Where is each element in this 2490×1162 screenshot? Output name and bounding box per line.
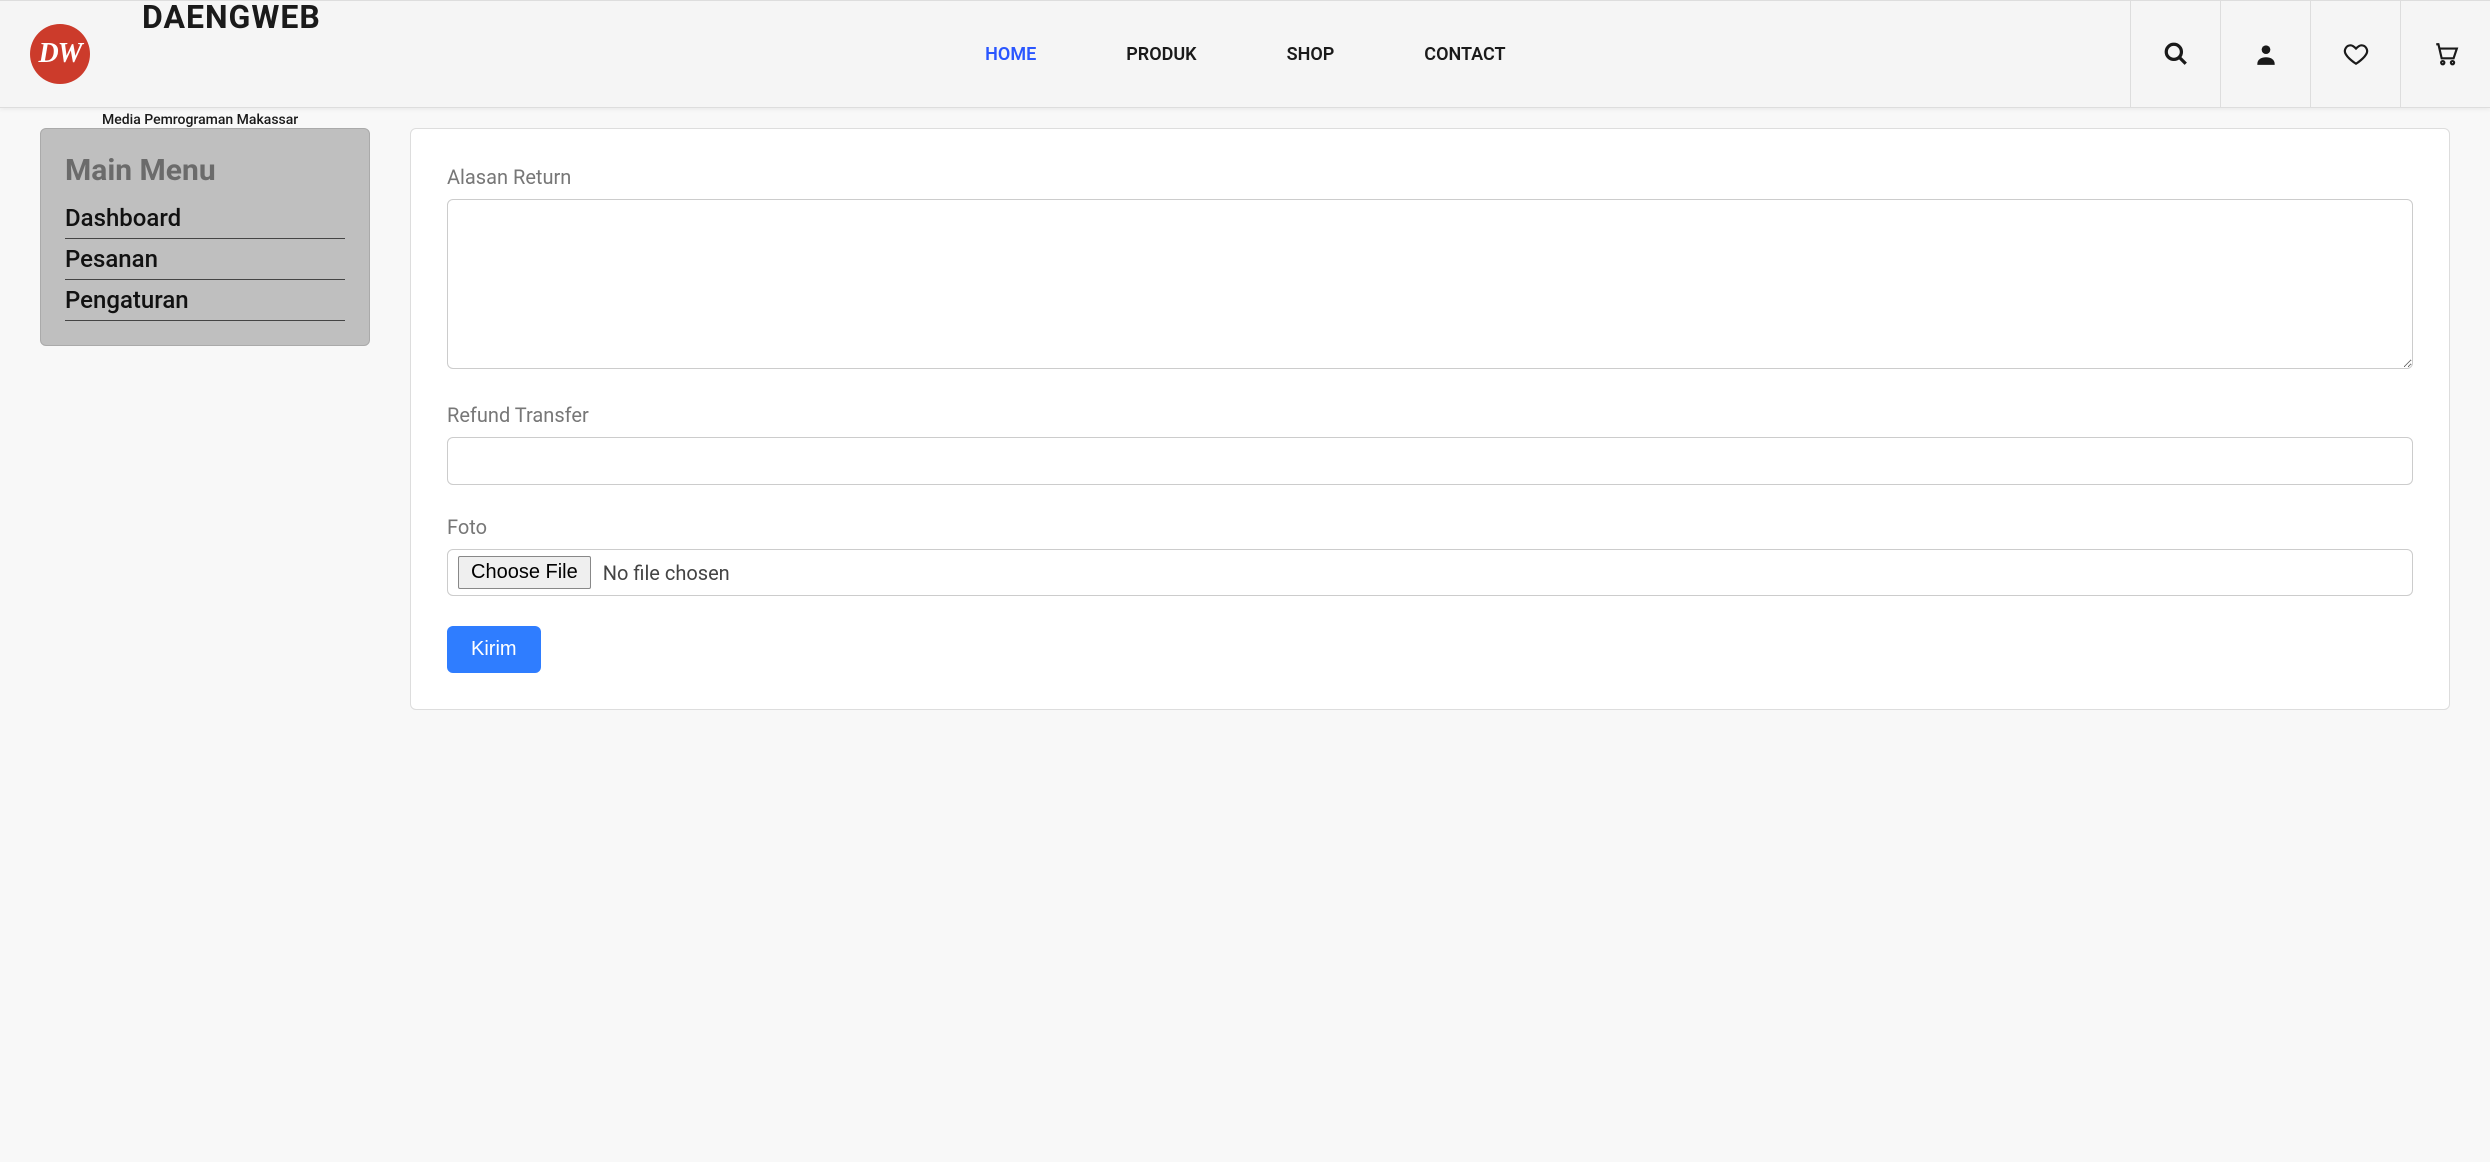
cart-icon — [2433, 41, 2459, 67]
sidebar-item-dashboard[interactable]: Dashboard — [65, 198, 345, 239]
foto-file-input[interactable]: Choose File No file chosen — [447, 549, 2413, 596]
brand-logo[interactable]: DW DAENGWEB Media Pemrograman Makassar — [30, 0, 361, 127]
nav-contact[interactable]: CONTACT — [1424, 44, 1505, 65]
refund-transfer-input[interactable] — [447, 437, 2413, 485]
account-button[interactable] — [2220, 1, 2310, 107]
file-status: No file chosen — [603, 561, 730, 585]
alasan-return-input[interactable] — [447, 199, 2413, 369]
content-panel: Alasan Return Refund Transfer Foto Choos… — [410, 128, 2450, 710]
sidebar: Main Menu Dashboard Pesanan Pengaturan — [40, 128, 370, 346]
field-refund-transfer: Refund Transfer — [447, 403, 2413, 485]
wishlist-button[interactable] — [2310, 1, 2400, 107]
user-icon — [2253, 41, 2279, 67]
header: DW DAENGWEB Media Pemrograman Makassar H… — [0, 0, 2490, 108]
nav-shop[interactable]: SHOP — [1287, 44, 1335, 65]
sidebar-title: Main Menu — [65, 153, 345, 188]
heart-icon — [2343, 41, 2369, 67]
foto-label: Foto — [447, 515, 2413, 539]
primary-nav: HOME PRODUK SHOP CONTACT — [361, 44, 2130, 65]
main: Main Menu Dashboard Pesanan Pengaturan A… — [0, 108, 2490, 790]
search-icon — [2163, 41, 2189, 67]
nav-home[interactable]: HOME — [985, 44, 1036, 65]
header-actions — [2130, 1, 2490, 107]
brand-mark: DW — [30, 24, 90, 84]
choose-file-button[interactable]: Choose File — [458, 556, 591, 589]
field-foto: Foto Choose File No file chosen — [447, 515, 2413, 596]
brand-tagline: Media Pemrograman Makassar — [102, 113, 361, 127]
nav-produk[interactable]: PRODUK — [1126, 44, 1196, 65]
cart-button[interactable] — [2400, 1, 2490, 107]
alasan-return-label: Alasan Return — [447, 165, 2413, 189]
brand-text: DAENGWEB Media Pemrograman Makassar — [102, 0, 361, 127]
refund-transfer-label: Refund Transfer — [447, 403, 2413, 427]
sidebar-item-pesanan[interactable]: Pesanan — [65, 239, 345, 280]
sidebar-item-pengaturan[interactable]: Pengaturan — [65, 280, 345, 321]
search-button[interactable] — [2130, 1, 2220, 107]
submit-button[interactable]: Kirim — [447, 626, 541, 673]
field-alasan-return: Alasan Return — [447, 165, 2413, 373]
brand-name: DAENGWEB — [102, 0, 361, 113]
